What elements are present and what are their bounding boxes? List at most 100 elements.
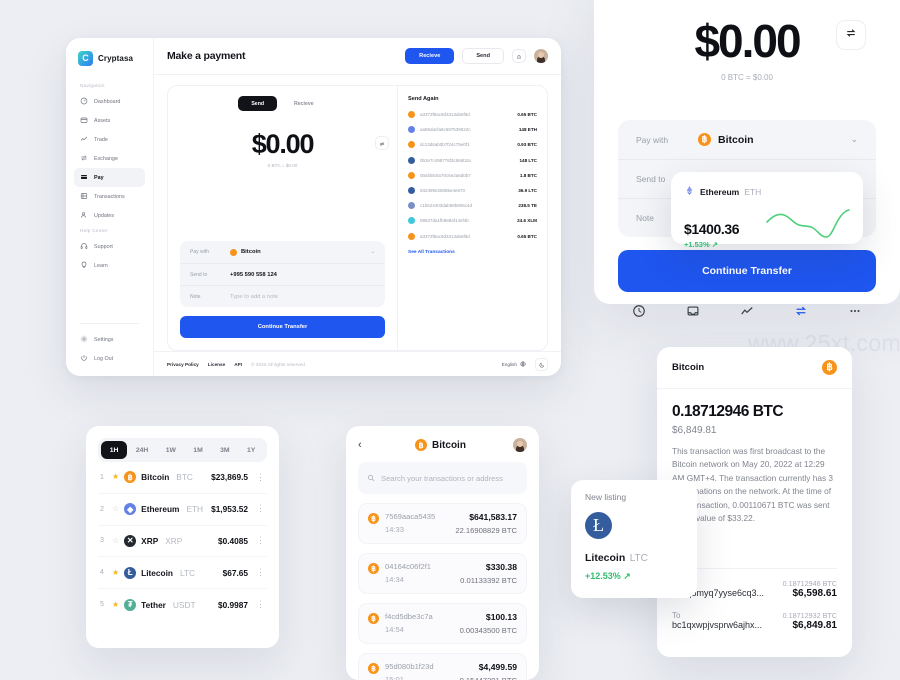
table-row[interactable]: 5 ★ ₮ Tether USDT $0.9987 ⋮	[98, 588, 267, 620]
transaction-time: 14:54	[385, 625, 405, 634]
more-dots-icon[interactable]: ⋮	[253, 599, 265, 609]
list-item[interactable]: ฿ 95d080b1f23d 15:01 $4,499.59 0.1544720…	[358, 653, 527, 680]
receive-button[interactable]: Recieve	[405, 48, 455, 64]
notifications-button[interactable]	[512, 49, 526, 63]
sidebar-item-logout[interactable]: Log Out	[74, 349, 145, 368]
more-dots-icon[interactable]: ⋮	[253, 472, 265, 482]
list-item[interactable]: ฿ 04164c06f2f1 14:34 $330.38 0.01133392 …	[358, 553, 527, 594]
tab-1y[interactable]: 1Y	[238, 441, 264, 459]
search-input[interactable]: Search your transactions or address	[358, 462, 527, 494]
table-row[interactable]: 2 ☆ ◆ Ethereum ETH $1,953.52 ⋮	[98, 492, 267, 525]
tab-24h[interactable]: 24H	[127, 441, 157, 459]
send-button[interactable]: Send	[462, 48, 504, 64]
sidebar-item-label: Support	[94, 243, 113, 250]
pay-with-row[interactable]: Pay with ฿ Bitcoin ⌄	[618, 120, 876, 159]
pay-with-label: Pay with	[636, 134, 669, 145]
more-dots-icon[interactable]: ⋮	[253, 567, 265, 577]
theme-toggle-button[interactable]	[535, 357, 548, 371]
sidebar-item-exchange[interactable]: Exchange	[74, 149, 145, 168]
star-icon[interactable]: ★	[112, 473, 119, 481]
transaction-usd: $330.38	[485, 562, 517, 572]
send-to-row[interactable]: Send to +995 590 558 124	[180, 263, 385, 285]
table-row[interactable]: 4 ★ Ł Litecoin LTC $67.65 ⋮	[98, 556, 267, 588]
tab-1h[interactable]: 1H	[101, 441, 128, 459]
sidebar-item-transactions[interactable]: Transactions	[74, 187, 145, 206]
bitcoin-icon: ฿	[698, 133, 711, 146]
pay-with-value: Bitcoin	[230, 248, 261, 256]
send-again-row[interactable]: dc13d6ab0b7f24c75e0f1 0.93 BTC	[408, 137, 537, 152]
tab-1m[interactable]: 1M	[185, 441, 212, 459]
tab-receive[interactable]: Recieve	[281, 96, 327, 111]
sidebar-item-updates[interactable]: Updates	[74, 206, 145, 225]
chevron-down-icon[interactable]: ⌄	[850, 134, 858, 145]
more-dots-icon[interactable]: ⋮	[253, 535, 265, 545]
transaction-btc: 0.00343500 BTC	[459, 626, 517, 635]
send-again-row[interactable]: 932489e25085e4e670 36.9 LTC	[408, 183, 537, 198]
coin-price: $67.65	[222, 567, 248, 578]
mobile-transactions-card: ‹ ฿ Bitcoin Search your transactions or …	[346, 426, 539, 680]
transaction-to: To 0.18712932 BTC bc1qxwpjvsprw6ajhx... …	[672, 611, 837, 631]
send-again-row[interactable]: 08627da1fb888af14ef4b 24.6 XLM	[408, 213, 537, 228]
send-again-row[interactable]: 00af48c5a70c6e2a6d0b7 1.8 BTC	[408, 168, 537, 183]
coin-ticker: USDT	[172, 599, 196, 610]
send-again-row[interactable]: c1b524403dab98b806c4d 238.5 TE	[408, 198, 537, 213]
star-icon[interactable]: ★	[112, 568, 119, 577]
clock-icon[interactable]	[632, 304, 646, 323]
tab-3m[interactable]: 3M	[211, 441, 238, 459]
swap-currency-button[interactable]	[836, 20, 866, 50]
sidebar-item-trade[interactable]: Trade	[74, 130, 145, 149]
star-icon[interactable]: ☆	[112, 536, 119, 545]
sidebar-item-pay[interactable]: Pay	[74, 168, 145, 187]
note-row[interactable]: Note Type to add a note	[180, 285, 385, 307]
api-link[interactable]: API	[234, 362, 242, 367]
send-again-row[interactable]: 0b2e7c498776f3c566b2a 148 LTC	[408, 153, 537, 168]
language-selector[interactable]: English	[502, 360, 526, 368]
sidebar-item-label: Updates	[94, 212, 115, 219]
table-row[interactable]: 3 ☆ ✕ XRP XRP $0.4085 ⋮	[98, 524, 267, 557]
list-item[interactable]: ฿ 7569aaca5435 14:33 $641,583.17 22.1690…	[358, 503, 527, 544]
back-icon[interactable]: ‹	[358, 439, 368, 451]
amount: 24.6 XLM	[517, 218, 537, 224]
privacy-policy-link[interactable]: Privacy Policy	[167, 362, 199, 367]
exchange-arrows-icon[interactable]	[794, 304, 808, 323]
sidebar-item-dashboard[interactable]: Dashboard	[74, 92, 145, 111]
continue-transfer-button[interactable]: Continue Transfer	[180, 316, 385, 338]
xrp-icon: ✕	[124, 534, 137, 547]
chart-line-icon[interactable]	[740, 304, 754, 323]
license-link[interactable]: License	[208, 362, 225, 367]
send-again-title: Send Again	[408, 96, 439, 102]
inbox-icon[interactable]	[686, 304, 700, 323]
transaction-left: 7569aaca5435 14:33	[385, 512, 449, 534]
ethereum-header: Ethereum ETH	[684, 183, 850, 201]
to-address[interactable]: bc1qxwpjvsprw6ajhx...	[672, 620, 762, 630]
send-again-row[interactable]: a3373f8ac9d3313ab6f9d 0.65 BTC	[408, 107, 537, 122]
note-input[interactable]: Type to add a note	[230, 294, 278, 300]
swap-currency-button[interactable]	[375, 136, 389, 150]
send-again-row[interactable]: a3373f8ac9d3313ab6f9d 0.65 BTC	[408, 229, 537, 244]
sidebar-item-support[interactable]: Support	[74, 237, 145, 256]
star-icon[interactable]: ★	[112, 600, 119, 609]
coin-ticker: XRP	[165, 535, 183, 546]
star-icon[interactable]: ☆	[112, 505, 119, 513]
more-dots-icon[interactable]	[848, 304, 862, 323]
amount: 0.65 BTC	[517, 233, 537, 239]
chevron-down-icon[interactable]: ⌄	[371, 249, 375, 255]
more-dots-icon[interactable]: ⋮	[253, 504, 265, 514]
see-all-transactions-link[interactable]: See All Transactions	[408, 250, 537, 255]
list-item[interactable]: ฿ f4cd5dbe3c7a 14:54 $100.13 0.00343500 …	[358, 603, 527, 644]
avatar[interactable]	[534, 49, 548, 63]
tab-1w[interactable]: 1W	[157, 441, 185, 459]
continue-transfer-button[interactable]: Continue Transfer	[618, 250, 876, 292]
tab-send[interactable]: Send	[238, 96, 278, 111]
avatar[interactable]	[513, 438, 527, 452]
send-again-row[interactable]: aa55dacfa6c697539622c 148 ETH	[408, 122, 537, 137]
table-row[interactable]: 1 ★ ฿ Bitcoin BTC $23,869.5 ⋮	[98, 462, 267, 493]
sidebar-item-settings[interactable]: Settings	[74, 330, 145, 349]
pay-with-row[interactable]: Pay with Bitcoin ⌄	[180, 241, 385, 263]
sidebar-item-assets[interactable]: Assets	[74, 111, 145, 130]
litecoin-name: Litecoin	[585, 552, 626, 564]
to-bottom-line: bc1qxwpjvsprw6ajhx... $6,849.81	[672, 620, 837, 631]
transaction-btc: 0.01133392 BTC	[460, 576, 517, 585]
to-label: To	[672, 611, 681, 620]
sidebar-item-learn[interactable]: Learn	[74, 256, 145, 275]
